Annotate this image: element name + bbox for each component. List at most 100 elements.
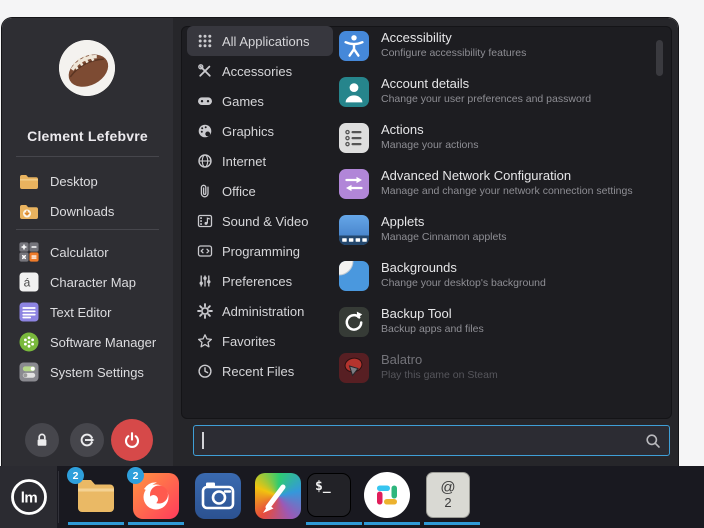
sidebar-item-text-editor[interactable]: Text Editor	[2, 297, 173, 327]
sidebar-item-label: Downloads	[50, 204, 114, 219]
category-recent-files[interactable]: Recent Files	[187, 356, 333, 386]
app-title: Accessibility	[381, 30, 452, 45]
account-icon	[339, 77, 369, 107]
folder-download-icon	[18, 200, 40, 222]
category-administration[interactable]: Administration	[187, 296, 333, 326]
terminal-icon: $_	[307, 473, 351, 517]
grid-icon	[196, 33, 213, 50]
at-document-icon: @ 2	[426, 472, 470, 518]
taskbar-item-drawing-app[interactable]	[250, 472, 306, 520]
category-preferences[interactable]: Preferences	[187, 266, 333, 296]
app-description: Backup apps and files	[381, 323, 484, 335]
backup-icon	[339, 307, 369, 337]
menu-button[interactable]: lm	[0, 466, 57, 528]
lock-screen-button[interactable]	[25, 423, 59, 457]
category-programming[interactable]: Programming	[187, 236, 333, 266]
category-games[interactable]: Games	[187, 86, 333, 116]
app-item-advanced-network-configuration[interactable]: Advanced Network Configuration Manage an…	[339, 162, 649, 208]
taskbar-item-firefox[interactable]: 2	[128, 472, 184, 520]
taskbar-item-text-window[interactable]: @ 2	[424, 472, 480, 520]
sidebar-item-software-manager[interactable]: Software Manager	[2, 327, 173, 357]
network-swap-icon	[339, 169, 369, 199]
logout-icon	[78, 431, 96, 449]
app-item-account-details[interactable]: Account details Change your user prefere…	[339, 70, 649, 116]
category-label: Preferences	[222, 274, 292, 289]
category-accessories[interactable]: Accessories	[187, 56, 333, 86]
taskbar-item-files[interactable]: 2	[68, 472, 124, 520]
category-sound-video[interactable]: Sound & Video	[187, 206, 333, 236]
app-title: Balatro	[381, 352, 422, 367]
app-description: Manage your actions	[381, 139, 478, 151]
applets-icon	[339, 215, 369, 245]
star-icon	[196, 333, 213, 350]
open-window-indicator	[364, 522, 420, 525]
user-name: Clement Lefebvre	[2, 128, 173, 144]
category-favorites[interactable]: Favorites	[187, 326, 333, 356]
shutdown-button[interactable]	[111, 419, 153, 461]
tools-icon	[196, 63, 213, 80]
menu-sidebar: Clement Lefebvre Desktop	[2, 18, 173, 466]
category-label: Recent Files	[222, 364, 294, 379]
category-label: Internet	[222, 154, 266, 169]
notification-badge: 2	[127, 467, 144, 484]
app-title: Account details	[381, 76, 469, 91]
folder-icon	[18, 170, 40, 192]
application-list: Accessibility Configure accessibility fe…	[339, 24, 649, 392]
slack-icon	[364, 472, 410, 518]
sidebar-item-downloads[interactable]: Downloads	[2, 196, 173, 226]
avatar[interactable]	[59, 40, 115, 96]
balatro-icon	[339, 353, 369, 383]
app-item-applets[interactable]: Applets Manage Cinnamon applets	[339, 208, 649, 254]
sidebar-item-system-settings[interactable]: System Settings	[2, 357, 173, 387]
taskbar-item-slack[interactable]	[364, 472, 420, 520]
sidebar-item-label: Character Map	[50, 275, 136, 290]
category-internet[interactable]: Internet	[187, 146, 333, 176]
app-title: Advanced Network Configuration	[381, 168, 571, 183]
sidebar-item-calculator[interactable]: Calculator	[2, 237, 173, 267]
camera-icon	[195, 473, 241, 519]
category-office[interactable]: Office	[187, 176, 333, 206]
app-item-actions[interactable]: Actions Manage your actions	[339, 116, 649, 162]
search-input[interactable]	[202, 428, 637, 453]
code-icon	[196, 243, 213, 260]
taskbar-item-screenshot-tool[interactable]	[190, 472, 246, 520]
film-note-icon	[196, 213, 213, 230]
app-title: Backgrounds	[381, 260, 457, 275]
category-label: Administration	[222, 304, 304, 319]
calculator-icon	[18, 241, 40, 263]
power-icon	[122, 430, 142, 450]
taskbar-item-terminal[interactable]: $_	[306, 472, 362, 520]
panel-separator	[58, 471, 59, 523]
app-item-backgrounds[interactable]: Backgrounds Change your desktop's backgr…	[339, 254, 649, 300]
menu-main-area: All Applications Accessories	[173, 18, 678, 466]
sidebar-item-character-map[interactable]: á Character Map	[2, 267, 173, 297]
sidebar-item-desktop[interactable]: Desktop	[2, 166, 173, 196]
text-editor-icon	[18, 301, 40, 323]
app-item-backup-tool[interactable]: Backup Tool Backup apps and files	[339, 300, 649, 346]
sliders-icon	[196, 273, 213, 290]
taskbar: lm 2 2	[0, 466, 704, 528]
app-description: Change your user preferences and passwor…	[381, 93, 591, 105]
accessibility-icon	[339, 31, 369, 61]
session-buttons	[2, 417, 173, 463]
search-icon	[645, 433, 661, 449]
app-item-balatro[interactable]: Balatro Play this game on Steam	[339, 346, 649, 392]
software-manager-icon	[18, 331, 40, 353]
app-item-accessibility[interactable]: Accessibility Configure accessibility fe…	[339, 24, 649, 70]
open-window-indicator	[68, 522, 124, 525]
sidebar-item-label: Calculator	[50, 245, 109, 260]
history-icon	[196, 363, 213, 380]
category-all-applications[interactable]: All Applications	[187, 26, 333, 56]
category-label: Accessories	[222, 64, 292, 79]
sidebar-item-label: Software Manager	[50, 335, 156, 350]
app-description: Play this game on Steam	[381, 369, 498, 381]
linuxmint-logo: lm	[9, 477, 49, 517]
logout-button[interactable]	[70, 423, 104, 457]
open-window-indicator	[424, 522, 480, 525]
app-description: Manage and change your network connectio…	[381, 185, 633, 197]
scrollbar-thumb[interactable]	[656, 40, 663, 76]
divider	[16, 156, 159, 157]
svg-text:lm: lm	[20, 490, 37, 507]
open-window-indicator	[306, 522, 362, 525]
category-graphics[interactable]: Graphics	[187, 116, 333, 146]
